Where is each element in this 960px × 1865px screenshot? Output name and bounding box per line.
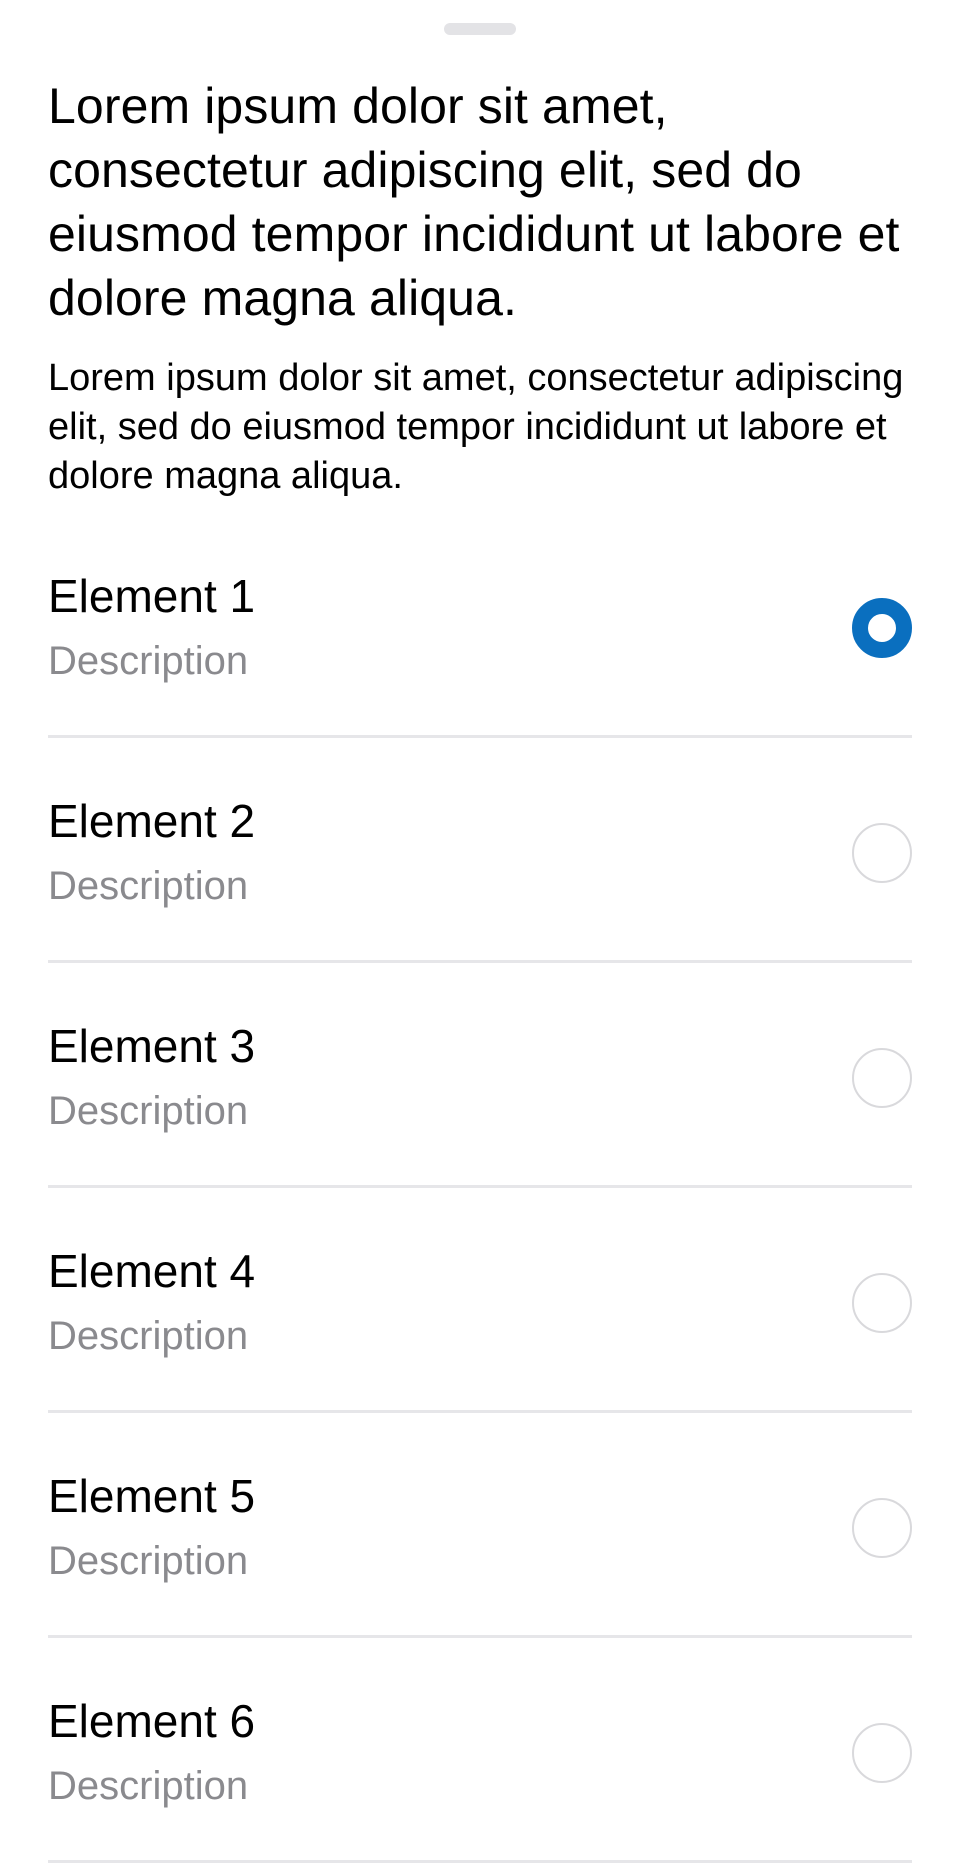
list-item[interactable]: Element 4 Description	[48, 1190, 912, 1413]
list-item[interactable]: Element 2 Description	[48, 740, 912, 963]
list-item-title: Element 2	[48, 795, 256, 847]
radio-button[interactable]	[852, 823, 912, 883]
list-item[interactable]: Element 1 Description	[48, 515, 912, 738]
list-item-description: Description	[48, 639, 249, 683]
list-item[interactable]: Element 5 Description	[48, 1415, 912, 1638]
sheet-subtitle: Lorem ipsum dolor sit amet, consectetur …	[48, 357, 904, 497]
bottom-sheet: Lorem ipsum dolor sit amet, consectetur …	[0, 0, 960, 1863]
list-item-title: Element 6	[48, 1695, 256, 1747]
list-item-description: Description	[48, 1089, 249, 1133]
list-item-description: Description	[48, 1539, 249, 1583]
list-item[interactable]: Element 3 Description	[48, 965, 912, 1188]
list-item-description: Description	[48, 1314, 249, 1358]
list-item-description: Description	[48, 1764, 249, 1808]
list-item-title: Element 5	[48, 1470, 256, 1522]
sheet-title: Lorem ipsum dolor sit amet, consectetur …	[48, 78, 900, 326]
list-item[interactable]: Element 6 Description	[48, 1640, 912, 1863]
radio-list: Element 1 Description Element 2 Descript…	[48, 515, 912, 1865]
list-item-title: Element 3	[48, 1020, 256, 1072]
list-item-title: Element 1	[48, 570, 256, 622]
sheet-grabber-handle[interactable]	[444, 23, 516, 35]
radio-button[interactable]	[852, 1273, 912, 1333]
radio-button[interactable]	[852, 1048, 912, 1108]
radio-button[interactable]	[852, 1498, 912, 1558]
radio-button-selected[interactable]	[852, 598, 912, 658]
list-item-title: Element 4	[48, 1245, 256, 1297]
radio-button[interactable]	[852, 1723, 912, 1783]
list-item-description: Description	[48, 864, 249, 908]
